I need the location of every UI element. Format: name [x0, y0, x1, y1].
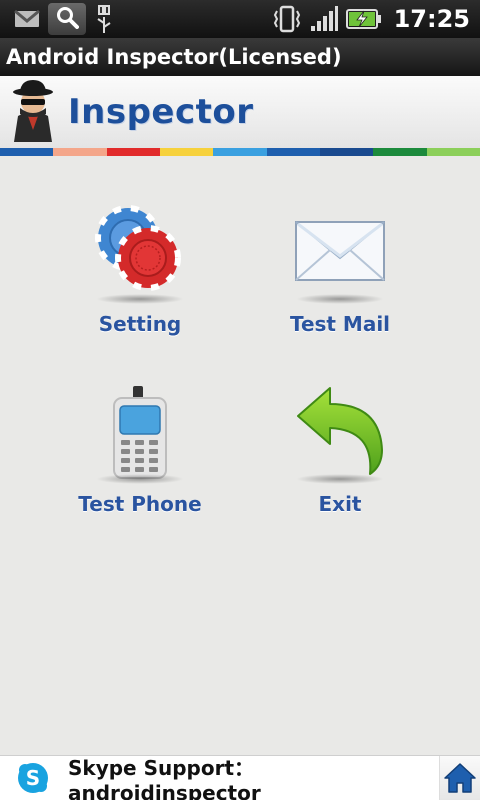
stripe-segment [213, 148, 267, 156]
logo-text: Inspector [68, 92, 254, 132]
battery-icon [345, 8, 382, 30]
skype-icon: S [16, 761, 50, 795]
setting-button[interactable]: Setting [40, 200, 240, 336]
app-header: Inspector [0, 76, 480, 148]
title-bar: Android Inspector(Licensed) [0, 38, 480, 76]
stripe-segment [106, 148, 160, 156]
vibrate-icon [272, 5, 302, 33]
search-icon [55, 5, 79, 33]
test-mail-label: Test Mail [289, 312, 391, 336]
status-bar: 17:25 [0, 0, 480, 38]
exit-button[interactable]: Exit [240, 380, 440, 516]
gmail-icon [14, 9, 40, 29]
usb-icon [94, 3, 114, 35]
skype-support-text: Skype Support：androidinspector [68, 755, 261, 800]
status-clock: 17:25 [393, 5, 470, 33]
color-stripe [0, 148, 480, 156]
envelope-icon [290, 200, 390, 304]
stripe-segment [426, 148, 480, 156]
stripe-segment [159, 148, 214, 156]
stripe-segment [373, 148, 427, 156]
test-mail-button[interactable]: Test Mail [240, 200, 440, 336]
signal-icon [310, 6, 338, 32]
stripe-segment [53, 148, 107, 156]
exit-label: Exit [318, 492, 362, 516]
svg-text:S: S [26, 766, 40, 790]
search-button[interactable] [48, 3, 86, 35]
poker-chips-icon [90, 200, 190, 304]
footer-bar: S Skype Support：androidinspector [0, 755, 480, 800]
test-phone-label: Test Phone [78, 492, 202, 516]
phone-icon [90, 380, 190, 484]
test-phone-button[interactable]: Test Phone [40, 380, 240, 516]
home-icon [443, 762, 477, 794]
stripe-segment [0, 148, 54, 156]
back-arrow-icon [290, 380, 390, 484]
app-title: Android Inspector(Licensed) [6, 45, 342, 69]
stripe-segment [266, 148, 320, 156]
setting-label: Setting [98, 312, 182, 336]
home-button[interactable] [438, 755, 480, 800]
stripe-segment [319, 148, 374, 156]
spy-logo-icon [8, 78, 58, 146]
